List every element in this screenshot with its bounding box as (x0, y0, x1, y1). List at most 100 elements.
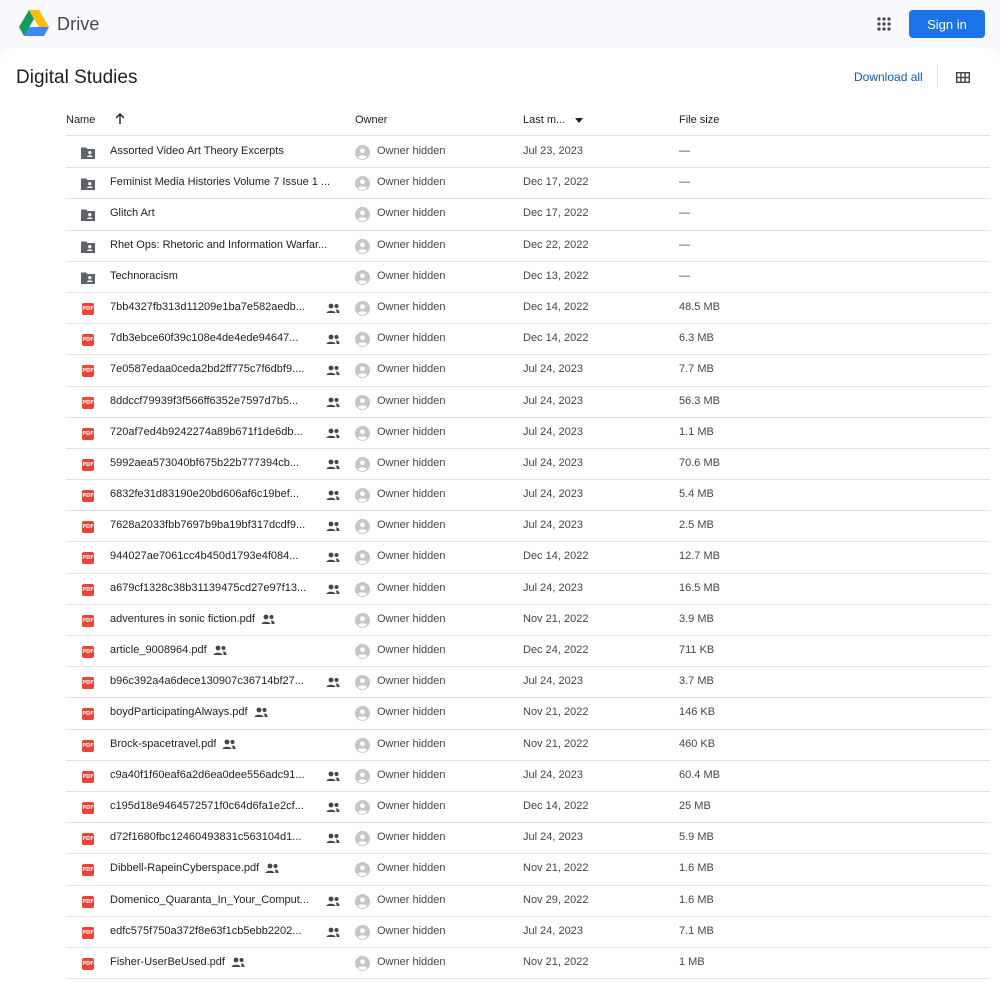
owner-avatar-icon (355, 612, 370, 628)
table-row[interactable]: PDF adventures in sonic fiction.pdf Owne… (66, 605, 990, 636)
last-modified-date: Jul 24, 2023 (523, 488, 583, 501)
column-header-last-modified[interactable]: Last m... (523, 114, 584, 126)
table-row[interactable]: PDF 7db3ebce60f39c108e4de4ede94647... Ow… (66, 324, 990, 356)
last-modified-date: Jul 24, 2023 (523, 519, 583, 532)
file-size: 56.3 MB (679, 394, 720, 407)
app-name[interactable]: Drive (57, 14, 100, 35)
owner-avatar-icon (355, 831, 370, 847)
table-row[interactable]: Assorted Video Art Theory Excerpts Owner… (66, 137, 990, 169)
file-name-cell: c9a40f1f60eaf6a2d6ea0dee556adc91... (110, 769, 305, 781)
sign-in-button[interactable]: Sign in (909, 10, 985, 38)
table-row[interactable]: Rhet Ops: Rhetoric and Information Warfa… (66, 231, 990, 262)
table-row[interactable]: PDF 6832fe31d83190e20bd606af6c19bef... O… (66, 480, 990, 512)
file-name: Technoracism (110, 269, 178, 282)
shared-folder-icon (81, 209, 95, 222)
file-name: 7db3ebce60f39c108e4de4ede94647... (110, 332, 299, 345)
file-name: 8ddccf79939f3f566ff6352e7597d7b5... (110, 394, 299, 407)
pdf-icon: PDF (82, 864, 94, 877)
shared-people-icon (326, 677, 340, 688)
apps-grid-icon (877, 17, 891, 31)
pdf-icon: PDF (82, 458, 94, 471)
file-size: — (679, 269, 690, 282)
last-modified-date: Dec 14, 2022 (523, 799, 589, 812)
owner-name: Owner hidden (377, 799, 446, 812)
owner-name: Owner hidden (377, 581, 446, 594)
table-row[interactable]: PDF a679cf1328c38b31139475cd27e97f13... … (66, 574, 990, 605)
table-row[interactable]: PDF 944027ae7061cc4b450d1793e4f084... Ow… (66, 542, 990, 574)
table-row[interactable]: Feminist Media Histories Volume 7 Issue … (66, 168, 990, 200)
shared-people-icon (326, 896, 340, 906)
file-size: — (679, 176, 690, 189)
table-row[interactable]: PDF 7bb4327fb313d11209e1ba7e582aedb... O… (66, 293, 990, 325)
file-size: 70.6 MB (679, 456, 720, 469)
shared-folder-icon (81, 241, 95, 253)
file-size: 7.7 MB (679, 363, 714, 376)
last-modified-date: Jul 23, 2023 (523, 145, 583, 157)
file-name-cell: Rhet Ops: Rhetoric and Information Warfa… (110, 239, 327, 251)
owner-name: Owner hidden (377, 300, 446, 313)
shared-people-icon (326, 802, 340, 812)
file-size: 1.1 MB (679, 425, 714, 438)
owner-name: Owner hidden (377, 238, 446, 251)
owner-name: Owner hidden (377, 207, 446, 220)
last-modified-date: Nov 21, 2022 (523, 612, 589, 625)
file-list: Assorted Video Art Theory Excerpts Owner… (66, 137, 990, 980)
shared-people-icon (261, 614, 275, 624)
table-row[interactable]: PDF 7e0587edaa0ceda2bd2ff775c7f6dbf9....… (66, 355, 990, 387)
shared-people-icon (326, 553, 340, 563)
column-header-file-size: File size (679, 114, 720, 126)
shared-people-icon (265, 863, 279, 874)
last-modified-date: Jul 24, 2023 (523, 675, 583, 688)
table-row[interactable]: Technoracism Owner hidden Dec 13, 2022 — (66, 262, 990, 293)
table-row[interactable]: PDF article_9008964.pdf Owner hidden Dec… (66, 636, 990, 668)
file-name: Feminist Media Histories Volume 7 Issue … (110, 176, 331, 189)
table-row[interactable]: PDF 5992aea573040bf675b22b777394cb... Ow… (66, 449, 990, 481)
table-row[interactable]: Glitch Art Owner hidden Dec 17, 2022 — (66, 199, 990, 231)
table-row[interactable]: PDF c9a40f1f60eaf6a2d6ea0dee556adc91... … (66, 761, 990, 792)
pdf-icon: PDF (82, 646, 94, 658)
owner-name: Owner hidden (377, 269, 446, 282)
table-row[interactable]: PDF Brock-spacetravel.pdf Owner hidden N… (66, 730, 990, 761)
owner-avatar-icon (355, 893, 370, 909)
file-name-cell: adventures in sonic fiction.pdf (110, 613, 275, 625)
shared-folder-icon (81, 147, 95, 159)
owner-name: Owner hidden (377, 644, 446, 656)
file-size: — (679, 238, 690, 251)
file-size: 1 MB (679, 955, 705, 968)
table-row[interactable]: PDF 7628a2033fbb7697b9ba19bf317dcdf9... … (66, 511, 990, 543)
owner-name: Owner hidden (377, 893, 446, 906)
table-row[interactable]: PDF b96c392a4a6dece130907c36714bf27... O… (66, 667, 990, 699)
owner-avatar-icon (355, 269, 370, 285)
file-name: 7e0587edaa0ceda2bd2ff775c7f6dbf9.... (110, 363, 305, 376)
owner-name: Owner hidden (377, 394, 446, 407)
shared-people-icon (326, 334, 340, 345)
owner-name: Owner hidden (377, 425, 446, 438)
table-row[interactable]: PDF 720af7ed4b9242274a89b671f1de6db... O… (66, 418, 990, 449)
owner-name: Owner hidden (377, 737, 446, 750)
download-all-button[interactable]: Download all (854, 70, 923, 84)
table-row[interactable]: PDF Dibbell-RapeinCyberspace.pdf Owner h… (66, 854, 990, 886)
table-row[interactable]: PDF d72f1680fbc12460493831c563104d1... O… (66, 823, 990, 855)
owner-avatar-icon (355, 300, 370, 316)
grid-view-button[interactable] (953, 67, 973, 87)
file-name: Dibbell-RapeinCyberspace.pdf (110, 862, 260, 875)
pdf-icon: PDF (82, 521, 94, 534)
table-row[interactable]: PDF c195d18e9464572571f0c64d6fa1e2cf... … (66, 792, 990, 824)
last-modified-date: Dec 17, 2022 (523, 176, 589, 189)
table-row[interactable]: PDF Fisher-UserBeUsed.pdf Owner hidden N… (66, 948, 990, 980)
table-row[interactable]: PDF edfc575f750a372f8e63f1cb5ebb2202... … (66, 917, 990, 948)
file-name: Glitch Art (110, 207, 155, 220)
column-header-name[interactable]: Name (66, 114, 95, 126)
table-row[interactable]: PDF 8ddccf79939f3f566ff6352e7597d7b5... … (66, 387, 990, 418)
pdf-icon: PDF (82, 614, 94, 627)
sort-ascending-icon[interactable] (113, 112, 127, 126)
table-row[interactable]: PDF boydParticipatingAlways.pdf Owner hi… (66, 698, 990, 730)
pdf-icon: PDF (82, 708, 94, 721)
table-row[interactable]: PDF Domenico_Quaranta_In_Your_Comput... … (66, 886, 990, 917)
owner-avatar-icon (355, 363, 370, 379)
pdf-icon: PDF (82, 677, 94, 690)
owner-avatar-icon (355, 207, 370, 223)
owner-name: Owner hidden (377, 488, 446, 501)
drive-logo-icon[interactable] (19, 10, 49, 37)
apps-grid-button[interactable] (870, 10, 898, 38)
